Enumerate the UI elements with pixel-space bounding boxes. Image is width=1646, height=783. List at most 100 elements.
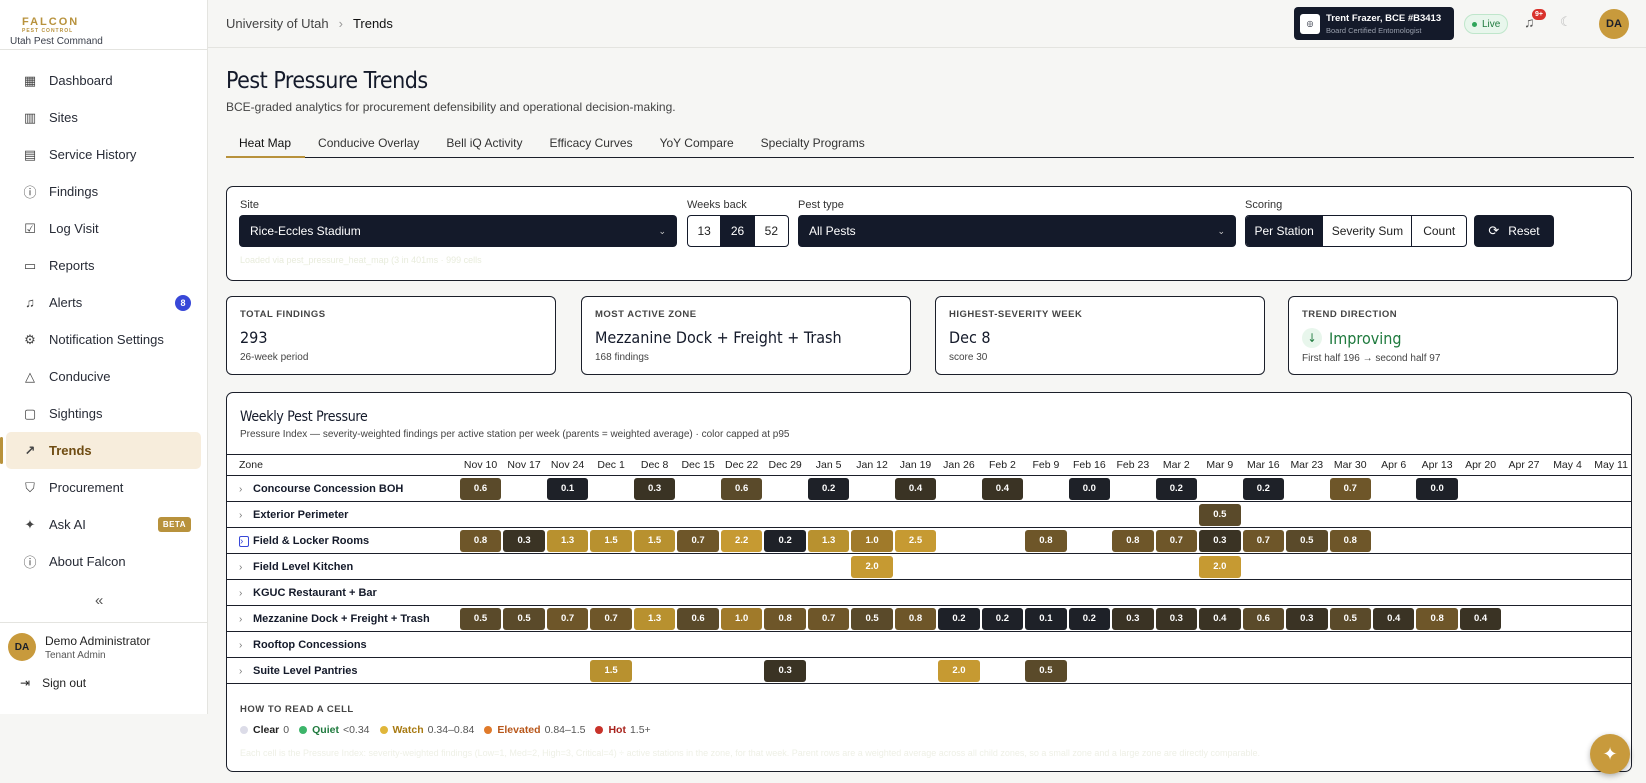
chevron-right-icon[interactable]: › [239,510,249,521]
top-avatar[interactable]: DA [1599,9,1629,39]
chevron-right-icon[interactable]: › [239,614,249,625]
heatmap-cell[interactable]: 0.5 [851,607,893,630]
heatmap-cell[interactable]: 0.2 [807,477,850,500]
theme-toggle-moon-icon[interactable]: ☾ [1560,14,1572,30]
heatmap-cell[interactable]: 1.5 [633,529,676,552]
sidebar-item-sightings[interactable]: ▢ Sightings [6,395,201,432]
heatmap-cell[interactable]: 0.3 [1199,529,1241,552]
heatmap-cell[interactable]: 1.5 [590,659,632,682]
heatmap-cell[interactable]: 0.7 [1329,477,1372,500]
weeks-option-52[interactable]: 52 [755,216,788,246]
table-row[interactable]: › KGUC Restaurant + Bar [227,579,1631,606]
heatmap-cell[interactable]: 0.8 [1416,607,1458,630]
sidebar-item-ask-ai[interactable]: ✦ Ask AI BETA [6,506,201,543]
heatmap-cell[interactable]: 0.8 [1112,529,1154,552]
sidebar-item-reports[interactable]: ▭ Reports [6,247,201,284]
heatmap-cell[interactable]: 2.0 [938,659,980,682]
weeks-option-26[interactable]: 26 [721,216,755,246]
heatmap-cell[interactable]: 0.3 [503,529,545,552]
scoring-option-per-station[interactable]: Per Station [1246,216,1324,246]
weeks-option-13[interactable]: 13 [688,216,722,246]
heatmap-cell[interactable]: 2.5 [894,529,937,552]
heatmap-cell[interactable]: 1.0 [720,607,763,630]
heatmap-cell[interactable]: 0.2 [1155,477,1198,500]
breadcrumb-parent[interactable]: University of Utah [226,16,329,31]
heatmap-cell[interactable]: 1.0 [851,529,893,552]
heatmap-cell[interactable]: 0.7 [1242,529,1285,552]
sidebar-item-sites[interactable]: ▥ Sites [6,99,201,136]
heatmap-cell[interactable]: 2.0 [851,555,893,578]
heatmap-cell[interactable]: 0.2 [764,529,806,552]
heatmap-cell[interactable]: 0.7 [546,607,589,630]
sidebar-item-notification-settings[interactable]: ⚙ Notification Settings [6,321,201,358]
heatmap-cell[interactable]: 0.5 [1329,607,1372,630]
chevron-right-icon[interactable]: › [239,535,249,547]
sidebar-item-dashboard[interactable]: ▦ Dashboard [6,62,201,99]
heatmap-cell[interactable]: 0.8 [764,607,806,630]
heatmap-cell[interactable]: 0.8 [894,607,937,630]
sidebar-item-alerts[interactable]: ♫ Alerts 8 [6,284,201,321]
heatmap-cell[interactable]: 0.4 [1459,607,1502,630]
chevron-right-icon[interactable]: › [239,588,249,599]
tab-specialty-programs[interactable]: Specialty Programs [748,136,879,157]
heatmap-cell[interactable]: 0.2 [938,607,980,630]
chevron-right-icon[interactable]: › [239,484,249,495]
table-row[interactable]: › Field & Locker Rooms 0.8 0.3 1.3 1.5 1.5 0.7 2… [227,527,1631,554]
heatmap-cell[interactable]: 0.8 [1025,529,1067,552]
heatmap-cell[interactable]: 0.1 [1025,607,1067,630]
heatmap-cell[interactable]: 2.0 [1199,555,1241,578]
scoring-option-severity-sum[interactable]: Severity Sum [1323,216,1413,246]
sidebar-item-conducive[interactable]: △ Conducive [6,358,201,395]
sidebar-item-procurement[interactable]: ⛉ Procurement [6,469,201,506]
heatmap-cell[interactable]: 0.4 [981,477,1024,500]
zone-name[interactable]: › KGUC Restaurant + Bar [227,579,459,606]
heatmap-cell[interactable]: 0.6 [1242,607,1285,630]
table-row[interactable]: › Rooftop Concessions [227,631,1631,658]
pest-type-select[interactable]: All Pests ⌄ [798,215,1236,247]
site-select[interactable]: Rice-Eccles Stadium ⌄ [239,215,677,247]
heatmap-cell[interactable]: 0.7 [677,529,719,552]
sidebar-item-about-falcon[interactable]: ⓘ About Falcon [6,543,201,580]
table-row[interactable]: › Suite Level Pantries 1.5 0.3 2.0 0.5 [227,657,1631,684]
ask-ai-fab-button[interactable]: ✦ [1590,734,1630,774]
reset-button[interactable]: ⟳ Reset [1474,215,1554,247]
sidebar-item-trends[interactable]: ↗ Trends [0,432,201,469]
table-row[interactable]: › Concourse Concession BOH 0.6 0.1 0.3 0.6 0.2… [227,475,1631,502]
heatmap-cell[interactable]: 0.8 [1329,529,1372,552]
sidebar-item-findings[interactable]: ⓘ Findings [6,173,201,210]
scoring-option-count[interactable]: Count [1412,216,1466,246]
heatmap-cell[interactable]: 0.3 [633,477,676,500]
sidebar-item-log-visit[interactable]: ☑ Log Visit [6,210,201,247]
sign-out-button[interactable]: ⇥ Sign out [20,676,199,690]
zone-name[interactable]: › Rooftop Concessions [227,631,459,658]
falcon-logo[interactable]: FALCON PEST CONTROL [22,16,197,34]
heatmap-cell[interactable]: 0.7 [590,607,632,630]
tab-bell-iq-activity[interactable]: Bell iQ Activity [433,136,536,157]
sidebar-item-service-history[interactable]: ▤ Service History [6,136,201,173]
heatmap-cell[interactable]: 0.4 [1199,607,1241,630]
heatmap-cell[interactable]: 1.3 [807,529,850,552]
tab-yoy-compare[interactable]: YoY Compare [647,136,748,157]
heatmap-cell[interactable]: 0.7 [1155,529,1198,552]
heatmap-cell[interactable]: 1.5 [590,529,632,552]
zone-name[interactable]: › Field Level Kitchen [227,553,459,580]
heatmap-cell[interactable]: 0.6 [720,477,763,500]
collapse-sidebar-icon[interactable]: « [95,592,103,609]
heatmap-cell[interactable]: 0.0 [1416,477,1458,500]
heatmap-cell[interactable]: 0.4 [1373,607,1415,630]
heatmap-cell[interactable]: 0.3 [1286,607,1328,630]
tab-conducive-overlay[interactable]: Conducive Overlay [305,136,433,157]
bce-badge[interactable]: ◎ Trent Frazer, BCE #B3413 Board Certifie… [1294,7,1454,40]
heatmap-cell[interactable]: 0.2 [981,607,1024,630]
heatmap-cell[interactable]: 0.5 [1025,659,1067,682]
table-row[interactable]: › Exterior Perimeter 0.5 [227,501,1631,528]
heatmap-cell[interactable]: 0.5 [1199,503,1241,526]
heatmap-cell[interactable]: 1.3 [546,529,589,552]
heatmap-cell[interactable]: 2.2 [720,529,763,552]
chevron-right-icon[interactable]: › [239,562,249,573]
notifications-button[interactable]: ♫ 9+ [1524,9,1546,30]
heatmap-cell[interactable]: 0.2 [1242,477,1285,500]
heatmap-cell[interactable]: 0.5 [503,607,545,630]
zone-name[interactable]: › Exterior Perimeter [227,501,459,528]
heatmap-cell[interactable]: 0.7 [807,607,850,630]
